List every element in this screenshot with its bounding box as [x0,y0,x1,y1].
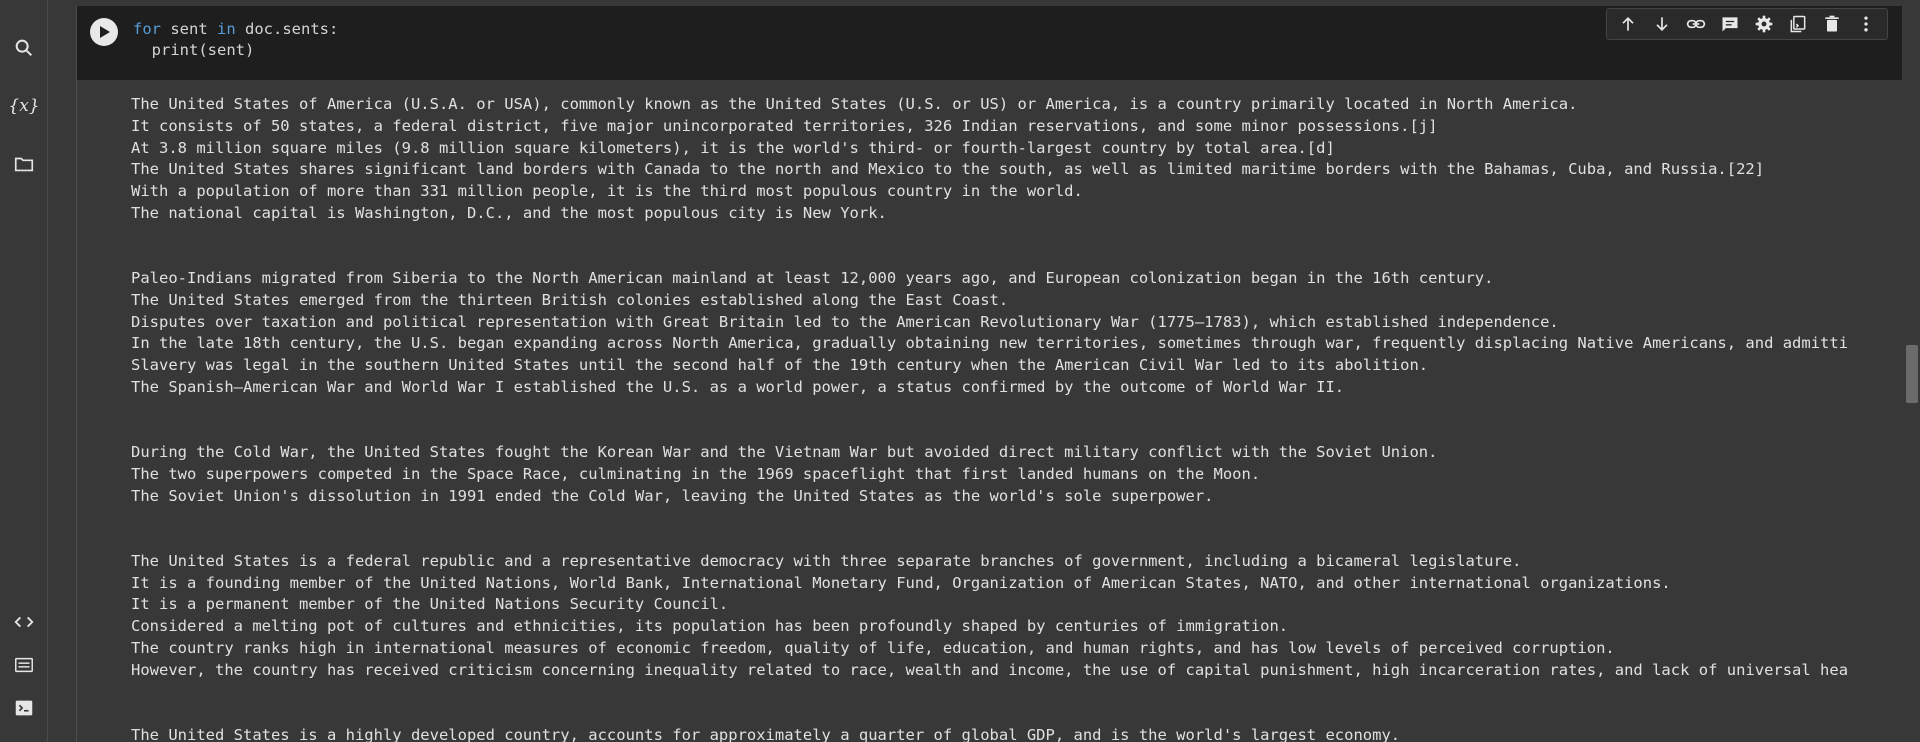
output-line: With a population of more than 331 milli… [131,182,1083,200]
arrow-down-icon [1656,17,1668,32]
link-icon [1686,19,1706,29]
output-line: The United States emerged from the thirt… [131,290,1009,309]
output-line: Disputes over taxation and political rep… [131,312,1559,331]
comment-icon [1722,17,1738,32]
code-text: sent [161,20,217,38]
mirror-cell-button[interactable] [1781,9,1815,39]
code-snippets-button[interactable] [8,606,40,638]
arrow-up-icon [1622,16,1634,31]
output-line: The Spanish–American War and World War I… [131,377,1345,396]
code-text: doc.sents: [235,20,339,38]
move-cell-down-button[interactable] [1645,9,1679,39]
output-line: The Soviet Union's dissolution in 1991 e… [131,486,1214,505]
output-line: The two superpowers competed in the Spac… [131,464,1261,483]
output-text: The United States of America (U.S.A. or … [131,94,1848,742]
copy-link-button[interactable] [1679,9,1713,39]
colab-notebook: {x} for sent in doc.sents: print(sent) T… [0,0,1920,742]
files-button[interactable] [8,148,40,180]
output-blank-line [131,420,1848,442]
scrollbar[interactable] [1904,0,1920,742]
command-palette-button[interactable] [8,649,40,681]
output-line: The country ranks high in international … [131,638,1615,657]
mirror-cell-icon [1790,15,1806,33]
more-actions-button[interactable] [1849,9,1883,39]
scrollbar-thumb[interactable] [1906,345,1918,403]
output-line: The United States shares significant lan… [131,160,1765,179]
output-line: It consists of 50 states, a federal dist… [131,116,1438,135]
output-line: Slavery was legal in the southern United… [131,356,1429,374]
trash-icon [1825,15,1839,32]
run-cell-button[interactable] [90,18,118,46]
left-rail: {x} [0,0,48,742]
output-line: It is a founding member of the United Na… [131,573,1671,592]
code-cell[interactable]: for sent in doc.sents: print(sent) The U… [76,6,1902,742]
cell-toolbar [1606,8,1888,40]
cell-settings-button[interactable] [1747,9,1781,39]
output-line: It is a permanent member of the United N… [131,595,729,614]
output-line: The national capital is Washington, D.C.… [131,203,887,222]
gear-icon [1755,15,1773,33]
cell-input[interactable]: for sent in doc.sents: print(sent) [76,6,1902,80]
search-button[interactable] [8,32,40,64]
output-blank-line [131,399,1848,421]
code-keyword: for [133,20,161,38]
output-blank-line [131,681,1848,703]
variables-icon: {x} [8,96,40,116]
code-keyword: in [217,20,236,38]
notebook-area: for sent in doc.sents: print(sent) The U… [48,0,1904,742]
terminal-icon [15,700,33,716]
output-line: The United States is a federal republic … [131,551,1522,570]
code-line: print(sent) [133,41,255,59]
keyboard-icon [15,657,33,673]
output-blank-line [131,529,1848,551]
output-line: The United States of America (U.S.A. or … [131,95,1578,113]
output-line: At 3.8 million square miles (9.8 million… [131,138,1335,157]
search-icon [15,39,33,57]
terminal-button[interactable] [8,692,40,724]
move-cell-up-button[interactable] [1611,9,1645,39]
output-line: The United States is a highly developed … [131,725,1401,742]
output-line: Considered a melting pot of cultures and… [131,617,1289,635]
more-vert-icon [1864,16,1868,32]
output-line: Paleo-Indians migrated from Siberia to t… [131,269,1494,287]
code-icon [14,616,34,628]
output-line: During the Cold War, the United States f… [131,443,1438,461]
output-blank-line [131,507,1848,529]
cell-output: The United States of America (U.S.A. or … [76,80,1902,742]
output-blank-line [131,703,1848,725]
code-editor[interactable]: for sent in doc.sents: print(sent) [133,19,338,61]
folder-icon [14,157,34,172]
output-line: However, the country has received critic… [131,660,1849,679]
delete-cell-button[interactable] [1815,9,1849,39]
output-blank-line [131,246,1848,268]
play-icon [100,26,110,38]
variables-button[interactable]: {x} [8,90,40,122]
output-line: In the late 18th century, the U.S. began… [131,334,1849,353]
add-comment-button[interactable] [1713,9,1747,39]
output-blank-line [131,225,1848,247]
